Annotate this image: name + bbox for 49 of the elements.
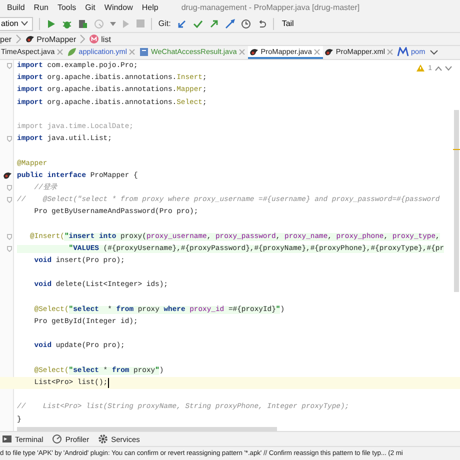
undo-icon xyxy=(256,18,267,28)
bird-icon xyxy=(324,46,334,56)
chevron-up-icon xyxy=(435,66,442,70)
vertical-scrollbar[interactable] xyxy=(454,110,459,292)
bird-icon xyxy=(248,46,259,56)
gauge-icon xyxy=(52,434,62,444)
leaf-icon xyxy=(66,46,77,56)
menu-item[interactable]: Tools xyxy=(57,3,76,12)
window-title: drug-management - ProMapper.java [drug-master] xyxy=(181,3,360,12)
stop-icon xyxy=(136,19,146,28)
menu-item[interactable]: Git xyxy=(85,3,96,12)
run-icon xyxy=(46,18,56,28)
breadcrumb-item[interactable]: list xyxy=(89,34,111,44)
menu-item[interactable]: Window xyxy=(104,3,133,12)
close-icon xyxy=(314,48,320,54)
bug-icon xyxy=(62,18,72,28)
close-icon xyxy=(386,48,393,54)
bird-icon xyxy=(3,171,12,180)
git-label: Git: xyxy=(158,19,171,28)
clock-icon xyxy=(240,18,251,28)
terminal-icon xyxy=(2,434,12,444)
close-icon xyxy=(238,48,245,54)
coverage-icon xyxy=(78,18,88,28)
play-icon xyxy=(122,18,130,28)
tail-button[interactable]: Tail xyxy=(280,19,296,28)
menu-item[interactable]: Build xyxy=(7,3,25,12)
breadcrumb-item[interactable]: per xyxy=(0,34,12,44)
chevron-right-icon xyxy=(80,34,86,44)
chevron-down-icon xyxy=(445,66,452,70)
checkmark-icon xyxy=(192,18,203,28)
breadcrumb-item[interactable]: ProMapper xyxy=(24,34,76,44)
text-cursor xyxy=(108,378,109,388)
menu-item[interactable]: Run xyxy=(34,3,48,12)
chevron-right-icon xyxy=(16,34,21,44)
arrow-icon xyxy=(176,18,187,28)
method-icon xyxy=(89,34,100,44)
arrow-icon xyxy=(208,18,219,28)
chevron-down-icon xyxy=(430,50,438,55)
gear-icon xyxy=(98,434,108,444)
warning-marker xyxy=(453,149,460,150)
menu-item[interactable]: Help xyxy=(142,3,158,12)
m-logo-icon xyxy=(396,46,409,56)
bird-icon xyxy=(24,34,35,44)
caret-down-icon xyxy=(110,22,116,26)
document-icon xyxy=(138,46,149,56)
close-icon xyxy=(56,48,63,54)
close-icon xyxy=(128,48,135,54)
chevron-down-icon xyxy=(21,21,28,26)
run-configuration-dropdown[interactable]: ation xyxy=(0,16,34,30)
